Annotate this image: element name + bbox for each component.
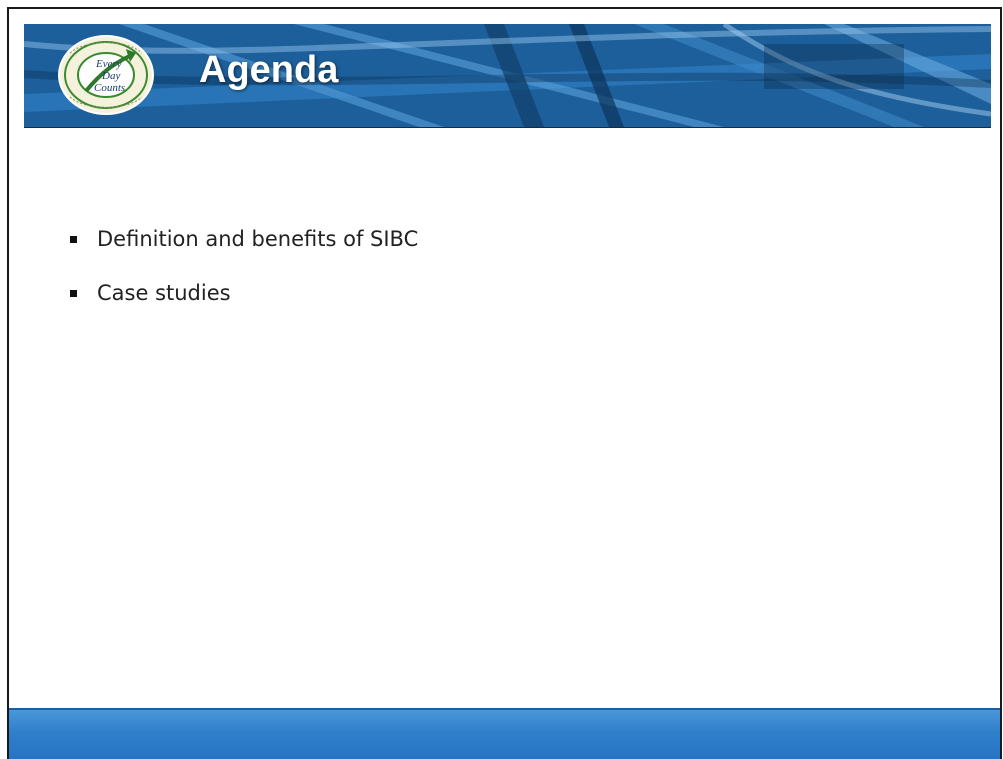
slide-header: Every Day Counts Agenda <box>24 24 991 128</box>
svg-text:Counts: Counts <box>94 82 125 94</box>
svg-text:Every: Every <box>95 58 122 70</box>
agenda-item-label: Definition and benefits of SIBC <box>97 227 419 251</box>
agenda-item: Case studies <box>70 278 418 332</box>
page-title: Agenda <box>199 49 339 91</box>
agenda-item: Definition and benefits of SIBC <box>70 224 418 278</box>
square-bullet-icon <box>70 290 77 297</box>
slide-footer-bar <box>9 708 1000 759</box>
highway-interchange-image <box>24 24 991 127</box>
agenda-list: Definition and benefits of SIBC Case stu… <box>70 224 418 332</box>
svg-text:Day: Day <box>101 70 120 82</box>
every-day-counts-logo: Every Day Counts <box>58 35 154 115</box>
agenda-item-label: Case studies <box>97 281 231 305</box>
square-bullet-icon <box>70 236 77 243</box>
